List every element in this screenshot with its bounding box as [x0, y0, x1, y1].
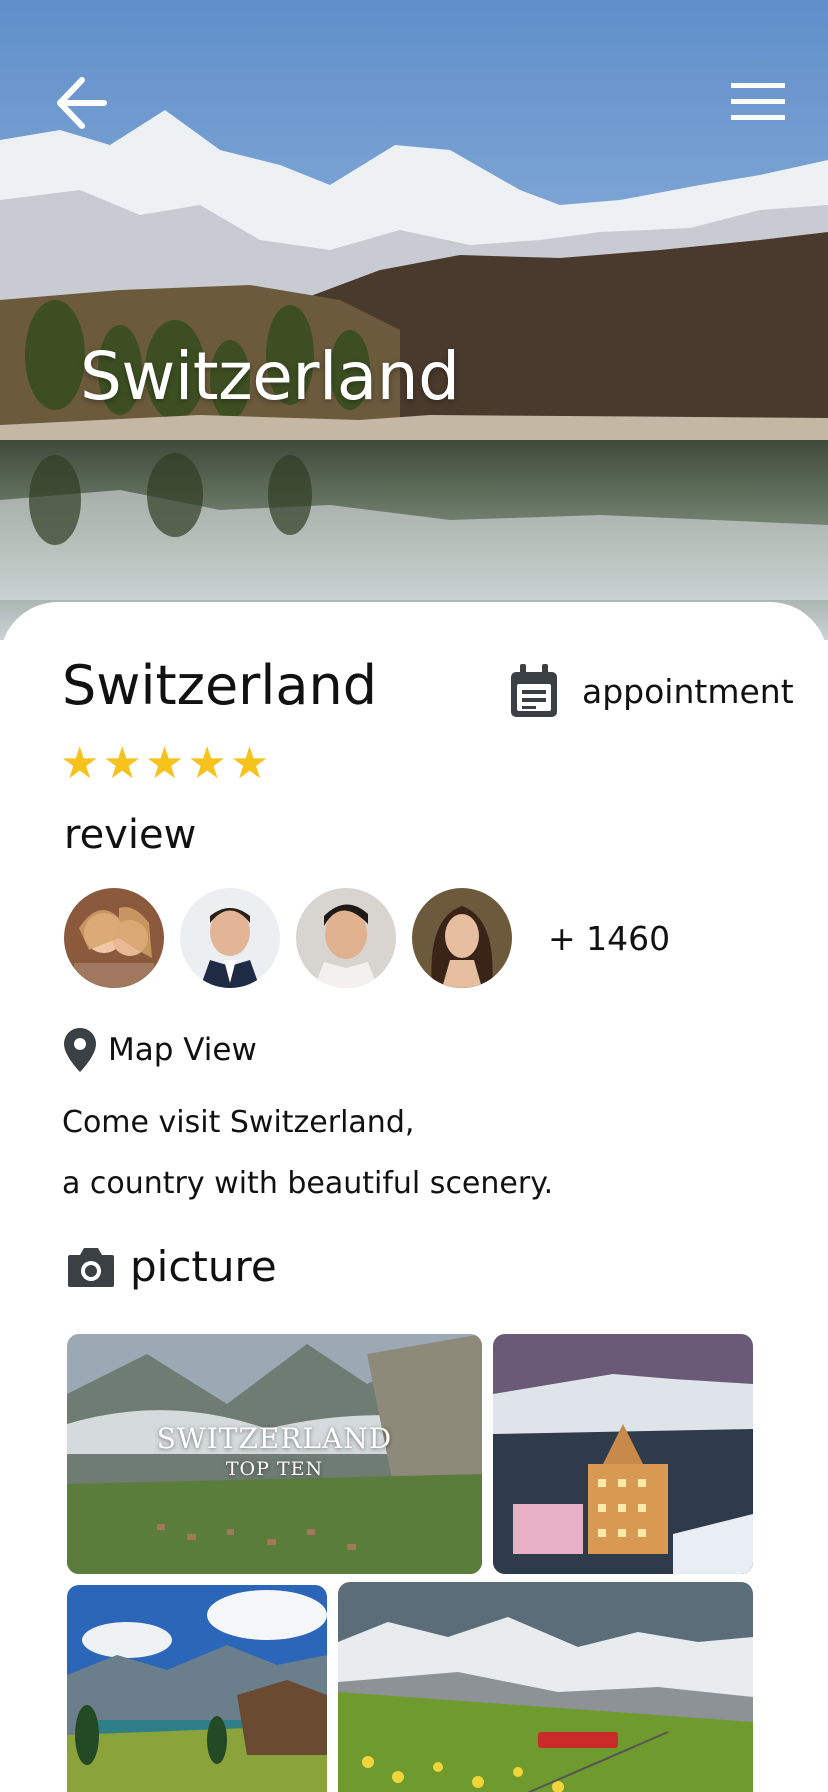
star-icon: ★: [187, 738, 227, 789]
description-line: Come visit Switzerland,: [62, 1105, 415, 1140]
rating-stars: ★ ★ ★ ★ ★: [60, 742, 272, 786]
hero-title: Switzerland: [80, 338, 460, 415]
hero-banner: Switzerland: [0, 0, 828, 640]
reviewer-avatar[interactable]: [64, 888, 164, 988]
camera-icon: [68, 1247, 114, 1287]
picture-section-heading: picture: [66, 1242, 277, 1291]
avatar-image: [296, 888, 396, 988]
photo-caption-title: SWITZERLAND: [156, 1422, 393, 1455]
gallery-photo[interactable]: [493, 1334, 753, 1574]
review-count[interactable]: + 1460: [548, 919, 670, 958]
menu-button[interactable]: [728, 80, 788, 124]
avatar-image: [412, 888, 512, 988]
detail-card: Switzerland appointment ★ ★ ★ ★ ★ review: [0, 602, 828, 1792]
star-icon: ★: [229, 738, 270, 789]
star-icon: ★: [102, 738, 142, 789]
review-heading: review: [64, 812, 197, 858]
picture-label: picture: [130, 1242, 277, 1291]
map-view-label: Map View: [108, 1032, 257, 1068]
star-icon: ★: [60, 738, 100, 789]
description-line: a country with beautiful scenery.: [62, 1166, 554, 1201]
star-icon: ★: [144, 738, 185, 789]
place-title: Switzerland: [62, 654, 377, 717]
description: Come visit Switzerland, a country with b…: [62, 1092, 553, 1214]
hamburger-menu-icon: [731, 83, 785, 120]
gallery-image: [338, 1582, 753, 1792]
appointment-button[interactable]: appointment: [508, 660, 794, 722]
appointment-label: appointment: [582, 671, 794, 711]
gallery-photo[interactable]: [67, 1585, 327, 1792]
reviewer-avatar[interactable]: [296, 888, 396, 988]
photo-caption-subtitle: TOP TEN: [225, 1458, 324, 1480]
back-button[interactable]: [52, 74, 110, 132]
map-view-link[interactable]: Map View: [62, 1026, 257, 1074]
reviewer-avatar[interactable]: [412, 888, 512, 988]
gallery-photo[interactable]: [338, 1582, 753, 1792]
avatar-image: [64, 888, 164, 988]
calendar-note-icon: [511, 664, 557, 717]
map-pin-icon: [64, 1028, 96, 1072]
reviewer-avatars: + 1460: [64, 888, 670, 988]
gallery-image: [67, 1585, 327, 1792]
avatar-image: [180, 888, 280, 988]
gallery-photo[interactable]: SWITZERLAND TOP TEN: [67, 1334, 482, 1574]
gallery-image: [493, 1334, 753, 1574]
arrow-left-icon: [57, 77, 107, 129]
reviewer-avatar[interactable]: [180, 888, 280, 988]
hero-landscape-image: [0, 0, 828, 640]
